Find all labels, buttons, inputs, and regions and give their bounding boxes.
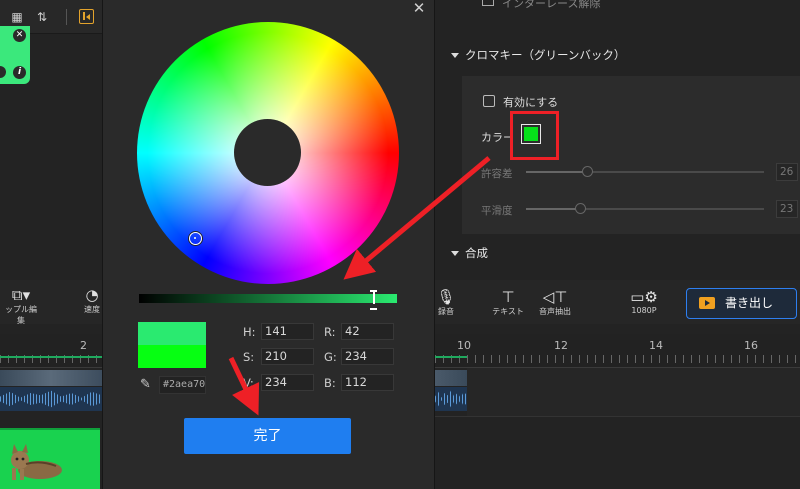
deinterlace-checkbox[interactable] <box>482 0 494 6</box>
ruler-tick-10: 10 <box>457 339 471 352</box>
panel-toggle-icon[interactable] <box>79 9 94 24</box>
highlight-box <box>510 111 559 160</box>
color-wheel-center <box>234 119 301 186</box>
audio-waveform <box>435 390 467 408</box>
app-window: ▦ ⇅ ✕ i ⧉▾ ップル編集 ◔ 速度 2 インターレース解除 クロマキー（… <box>0 0 800 489</box>
ruler-tick-14: 14 <box>649 339 663 352</box>
value-input[interactable]: 234 <box>261 374 314 391</box>
timeline-track[interactable] <box>467 368 800 416</box>
new-color-preview <box>138 322 206 345</box>
chroma-key-title: クロマキー（グリーンバック） <box>465 48 626 62</box>
info-icon[interactable]: i <box>13 66 26 79</box>
export-button[interactable]: 書き出し <box>686 288 797 319</box>
tolerance-label: 許容差 <box>481 168 513 180</box>
composite-section-header[interactable]: 合成 <box>451 245 488 261</box>
timeline-ruler-left[interactable]: 2 <box>0 334 102 368</box>
smoothness-fill <box>526 208 581 210</box>
grid-view-icon[interactable]: ▦ <box>9 9 25 25</box>
split-icon: ⧉▾ <box>11 286 31 304</box>
chroma-key-section-header[interactable]: クロマキー（グリーンバック） <box>451 47 625 63</box>
audio-extract-button[interactable]: ◁⊤ 音声抽出 <box>535 288 575 317</box>
chevron-down-icon <box>451 251 459 256</box>
saturation-label: S: <box>243 350 255 364</box>
ruler-tick-12: 12 <box>554 339 568 352</box>
red-label: R: <box>324 325 336 339</box>
hue-label: H: <box>243 325 256 339</box>
hue-selector-handle[interactable] <box>189 232 202 245</box>
green-input[interactable]: 234 <box>341 348 394 365</box>
sort-icon[interactable]: ⇅ <box>34 9 50 25</box>
speed-button[interactable]: ◔ 速度 <box>80 286 104 315</box>
tolerance-knob[interactable] <box>582 166 593 177</box>
hue-input[interactable]: 141 <box>261 323 314 340</box>
speed-label: 速度 <box>84 305 100 314</box>
export-label: 書き出し <box>725 296 774 310</box>
tolerance-slider[interactable] <box>526 166 764 177</box>
video-clip[interactable] <box>435 370 467 386</box>
split-edit-button[interactable]: ⧉▾ ップル編集 <box>2 286 40 326</box>
close-icon[interactable]: ✕ <box>412 1 426 16</box>
current-color-preview <box>138 345 206 368</box>
smoothness-slider[interactable] <box>526 203 764 214</box>
smoothness-label: 平滑度 <box>481 205 513 217</box>
divider <box>66 9 67 25</box>
eyedropper-icon[interactable]: ✎ <box>140 378 154 392</box>
deinterlace-label: インターレース解除 <box>502 0 601 10</box>
export-icon <box>699 297 715 309</box>
edit-toolbar-left: ⧉▾ ップル編集 ◔ 速度 <box>0 280 104 326</box>
tolerance-fill <box>526 171 588 173</box>
blue-input[interactable]: 112 <box>341 374 394 391</box>
green-label: G: <box>324 350 337 364</box>
speed-icon: ◔ <box>85 286 99 304</box>
audio-waveform <box>0 390 102 408</box>
monitor-gear-icon: ▭⚙ <box>630 288 658 306</box>
value-label: V: <box>243 376 254 390</box>
enable-chroma-label: 有効にする <box>503 96 559 109</box>
brightness-slider-handle[interactable] <box>370 290 377 310</box>
audio-extract-icon: ◁⊤ <box>542 288 568 306</box>
tolerance-value[interactable]: 26 <box>776 163 798 181</box>
timeline-progress <box>435 356 467 358</box>
timeline-progress <box>0 356 102 358</box>
record-label: 録音 <box>438 307 454 316</box>
ruler-ticks <box>435 355 800 363</box>
brightness-slider[interactable] <box>139 294 397 303</box>
done-button[interactable]: 完了 <box>184 418 351 454</box>
audio-clip[interactable] <box>0 387 102 411</box>
composite-title: 合成 <box>465 246 488 260</box>
close-icon[interactable]: ✕ <box>13 29 26 42</box>
smoothness-knob[interactable] <box>575 203 586 214</box>
enable-chroma-checkbox[interactable] <box>483 95 495 107</box>
split-edit-label: ップル編集 <box>5 305 37 325</box>
video-clip[interactable] <box>0 370 102 386</box>
resolution-label: 1080P <box>631 306 657 315</box>
kitten-image <box>11 444 62 480</box>
audio-clip[interactable] <box>435 387 467 411</box>
smoothness-value[interactable]: 23 <box>776 200 798 218</box>
text-button[interactable]: ⊤ テキスト <box>489 288 527 317</box>
text-icon: ⊤ <box>501 288 515 306</box>
hex-input[interactable]: #2aea70 <box>159 376 206 394</box>
timeline-ruler-right[interactable]: 10 12 14 16 <box>435 334 800 368</box>
blue-label: B: <box>324 376 336 390</box>
resolution-button[interactable]: ▭⚙ 1080P <box>627 288 661 315</box>
divider <box>435 416 800 417</box>
record-button[interactable]: 🎙 録音 <box>435 288 457 317</box>
ruler-tick-16: 16 <box>744 339 758 352</box>
text-label: テキスト <box>492 307 524 316</box>
microphone-icon: 🎙 <box>436 288 456 306</box>
audio-extract-label: 音声抽出 <box>539 307 571 316</box>
saturation-input[interactable]: 210 <box>261 348 314 365</box>
chevron-down-icon <box>451 53 459 58</box>
red-input[interactable]: 42 <box>341 323 394 340</box>
ruler-tick-label: 2 <box>80 339 87 352</box>
